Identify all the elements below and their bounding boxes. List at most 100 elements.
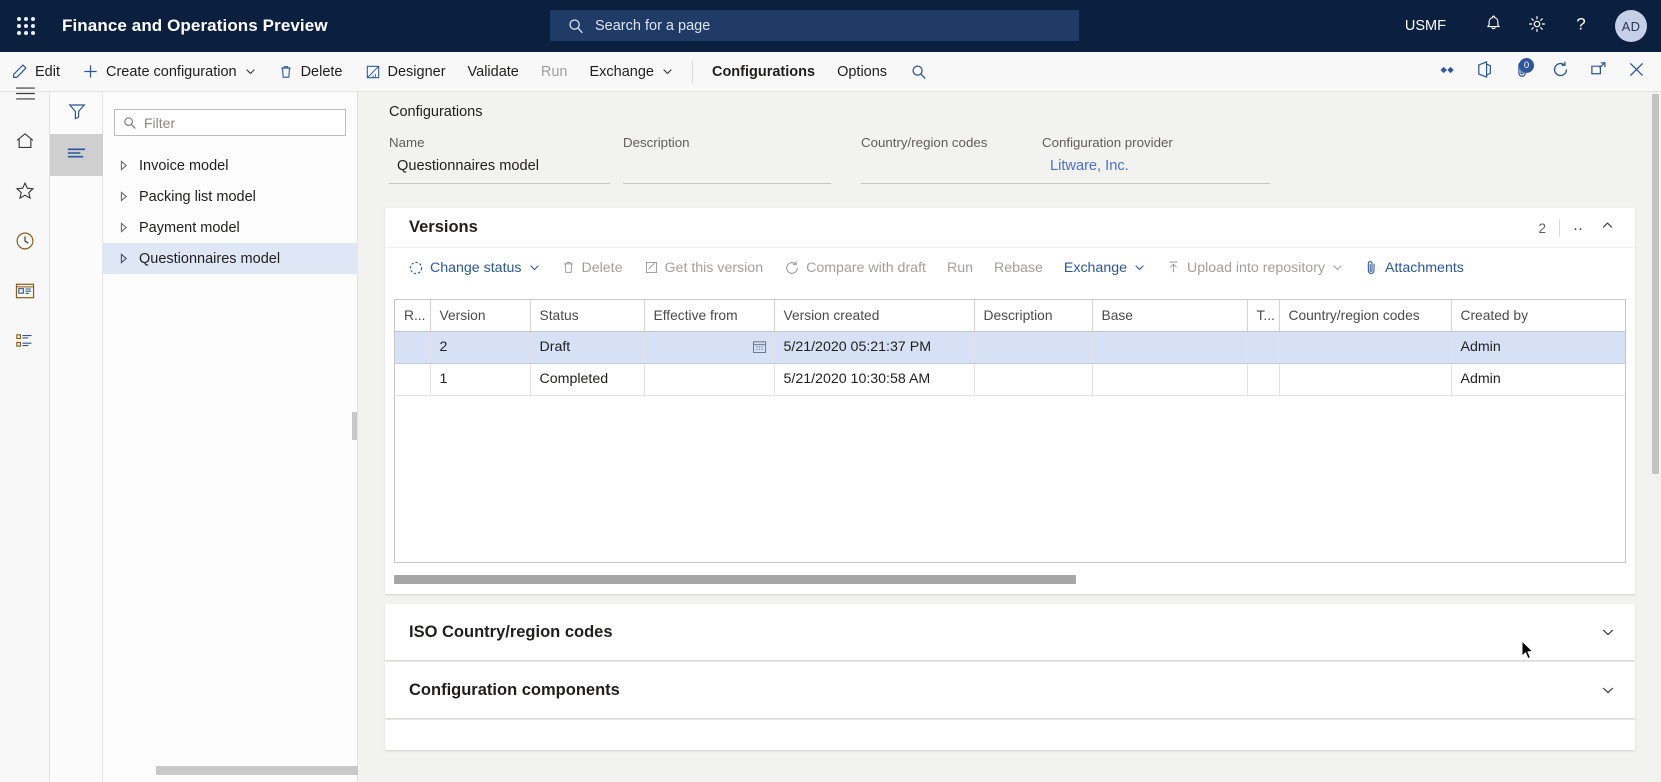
office-button[interactable] [1465, 52, 1503, 92]
tab-options[interactable]: Options [826, 52, 898, 92]
versions-grid-horizontal-scrollbar[interactable] [394, 575, 1626, 584]
help-button[interactable]: ? [1563, 8, 1599, 44]
cell-version[interactable]: 1 [430, 363, 530, 395]
iso-country-region-codes-section[interactable]: ISO Country/region codes [385, 604, 1635, 660]
hamburger-menu-button[interactable] [0, 74, 50, 118]
company-selector[interactable]: USMF [1405, 18, 1446, 34]
field-name-value[interactable]: Questionnaires model [389, 158, 610, 184]
cell-status[interactable]: Completed [530, 363, 644, 395]
list-pane-button[interactable] [50, 134, 103, 176]
cell-description[interactable] [974, 331, 1092, 363]
app-launcher-button[interactable] [0, 0, 52, 52]
column-header-description[interactable]: Description [974, 300, 1092, 331]
versions-delete-label: Delete [582, 260, 623, 276]
refresh-button[interactable] [1541, 52, 1579, 92]
tree-node-invoice-model[interactable]: Invoice model [103, 150, 358, 181]
cell-country-region-codes[interactable] [1279, 363, 1451, 395]
chevron-right-icon[interactable] [111, 222, 137, 233]
cell-row-marker[interactable] [395, 331, 430, 363]
scrollbar-thumb[interactable] [394, 575, 1076, 584]
column-header-r[interactable]: R... [395, 300, 430, 331]
cell-version-created[interactable]: 5/21/2020 10:30:58 AM [774, 363, 974, 395]
exchange-button[interactable]: Exchange [578, 52, 684, 92]
iso-country-region-codes-row[interactable]: ISO Country/region codes [385, 604, 1635, 660]
change-status-button[interactable]: Change status [399, 253, 549, 283]
table-row[interactable]: 2 Draft 5/21/2020 05:21:37 PM [395, 331, 1626, 363]
scrollbar-thumb[interactable] [1652, 94, 1659, 474]
chevron-down-icon[interactable] [1601, 683, 1615, 697]
global-search-input[interactable]: Search for a page [550, 10, 1079, 41]
column-header-t[interactable]: T... [1247, 300, 1279, 331]
column-header-version[interactable]: Version [430, 300, 530, 331]
versions-overflow-button[interactable]: ·· [1564, 220, 1592, 237]
cell-effective-from[interactable] [644, 363, 774, 395]
chevron-down-icon[interactable] [1601, 625, 1615, 639]
cell-country-region-codes[interactable] [1279, 331, 1451, 363]
scrollbar-thumb[interactable] [156, 766, 374, 775]
create-configuration-button[interactable]: Create configuration [71, 52, 267, 92]
field-configuration-provider-value[interactable]: Litware, Inc. [1042, 158, 1270, 184]
sidebar-item-favorites[interactable] [0, 168, 50, 218]
column-header-version-created[interactable]: Version created [774, 300, 974, 331]
relationships-button[interactable] [1427, 52, 1465, 92]
cell-t[interactable] [1247, 363, 1279, 395]
field-country-region-codes: Country/region codes [861, 135, 1069, 184]
column-header-effective-from[interactable]: Effective from [644, 300, 774, 331]
chevron-right-icon[interactable] [111, 253, 137, 264]
cell-status[interactable]: Draft [530, 331, 644, 363]
column-header-status[interactable]: Status [530, 300, 644, 331]
delete-button[interactable]: Delete [267, 52, 354, 92]
sidebar-item-home[interactable] [0, 118, 50, 168]
versions-collapse-button[interactable] [1592, 219, 1623, 237]
tree-node-packing-list-model[interactable]: Packing list model [103, 181, 358, 212]
top-bar-right-controls: USMF ? AD [1405, 0, 1647, 52]
cell-row-marker[interactable] [395, 363, 430, 395]
calendar-icon[interactable] [752, 339, 767, 358]
filter-pane-button[interactable] [50, 92, 103, 134]
cell-created-by[interactable]: Admin [1451, 331, 1626, 363]
cell-base[interactable] [1092, 331, 1247, 363]
attachments-button[interactable]: 0 [1503, 52, 1541, 92]
validate-label: Validate [468, 64, 519, 80]
command-search-button[interactable] [898, 52, 940, 92]
column-header-created-by[interactable]: Created by [1451, 300, 1626, 331]
content-vertical-scrollbar[interactable] [1649, 92, 1661, 782]
field-country-region-codes-value[interactable] [861, 158, 1069, 184]
sidebar-item-modules[interactable] [0, 318, 50, 368]
field-description-value[interactable] [623, 158, 831, 184]
tree-filter-input[interactable]: Filter [114, 109, 346, 136]
tree-node-questionnaires-model[interactable]: Questionnaires model [103, 243, 358, 274]
cell-version[interactable]: 2 [430, 331, 530, 363]
run-button: Run [530, 52, 579, 92]
popout-button[interactable] [1579, 52, 1617, 92]
chevron-right-icon[interactable] [111, 191, 137, 202]
column-header-country-region-codes[interactable]: Country/region codes [1279, 300, 1451, 331]
avatar[interactable]: AD [1615, 10, 1647, 42]
validate-button[interactable]: Validate [457, 52, 530, 92]
settings-button[interactable] [1519, 8, 1555, 44]
tree-node-payment-model[interactable]: Payment model [103, 212, 358, 243]
sidebar-item-recent[interactable] [0, 218, 50, 268]
cell-description[interactable] [974, 363, 1092, 395]
question-mark-icon: ? [1571, 14, 1591, 39]
configuration-components-row[interactable]: Configuration components [385, 662, 1635, 718]
office-icon [1476, 60, 1493, 84]
configuration-components-section[interactable]: Configuration components [385, 662, 1635, 718]
tab-configurations[interactable]: Configurations [701, 52, 826, 92]
cell-effective-from[interactable] [644, 331, 774, 363]
versions-exchange-button[interactable]: Exchange [1055, 253, 1154, 283]
tree-pane-resize-handle[interactable] [352, 412, 357, 440]
column-header-base[interactable]: Base [1092, 300, 1247, 331]
cell-version-created[interactable]: 5/21/2020 05:21:37 PM [774, 331, 974, 363]
designer-button[interactable]: Designer [354, 52, 457, 92]
cell-created-by[interactable]: Admin [1451, 363, 1626, 395]
close-button[interactable] [1617, 52, 1655, 92]
versions-attachments-button[interactable]: Attachments [1355, 253, 1473, 283]
table-row[interactable]: 1 Completed 5/21/2020 10:30:58 AM Admin [395, 363, 1626, 395]
chevron-right-icon[interactable] [111, 160, 137, 171]
notifications-button[interactable] [1475, 8, 1511, 44]
cell-t[interactable] [1247, 331, 1279, 363]
star-icon [14, 180, 36, 207]
sidebar-item-workspaces[interactable] [0, 268, 50, 318]
cell-base[interactable] [1092, 363, 1247, 395]
